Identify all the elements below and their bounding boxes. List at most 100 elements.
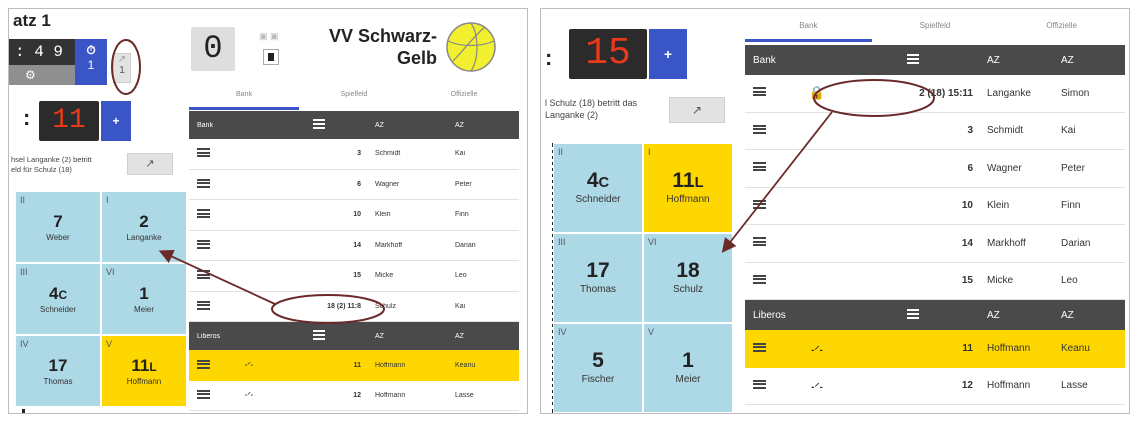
- drag-handle[interactable]: [745, 87, 789, 99]
- sort-by-firstname-button[interactable]: AZ: [1055, 310, 1125, 321]
- sort-by-number-button[interactable]: [845, 308, 981, 322]
- player-firstname: Keanu: [455, 361, 476, 369]
- court-position[interactable]: I 2 Langanke: [101, 191, 187, 263]
- sort-by-number-button[interactable]: [269, 330, 369, 342]
- libero-row[interactable]: -⸍- 11 Hoffmann Keanu: [745, 330, 1125, 368]
- jersey-button[interactable]: [263, 49, 279, 65]
- player-number-value: 5: [592, 349, 604, 373]
- libero-row[interactable]: -⸍- 12 Hoffmann Lasse: [189, 380, 519, 411]
- libero-row[interactable]: -⸍- 11 Hoffmann Keanu: [189, 350, 519, 381]
- swap-arrow-icon: ↗: [691, 103, 703, 117]
- player-number: 10: [353, 211, 361, 219]
- bench-row[interactable]: 14 Markhoff Darian: [745, 225, 1125, 263]
- bench-row[interactable]: 14 Markhoff Darian: [189, 230, 519, 261]
- sort-by-lastname-button[interactable]: AZ: [981, 55, 1055, 66]
- drag-handle[interactable]: [189, 148, 229, 159]
- bench-row[interactable]: 6 Wagner Peter: [189, 169, 519, 200]
- bench-row[interactable]: 15 Micke Leo: [189, 261, 519, 292]
- sort-by-lastname-button[interactable]: AZ: [369, 122, 449, 129]
- sort-by-lastname-button[interactable]: AZ: [369, 333, 449, 340]
- bench-row[interactable]: 18 (2) 11:8 Schulz Kai: [189, 291, 519, 322]
- bench-row[interactable]: 🔒 2 (18) 15:11 Langanke Simon: [745, 75, 1125, 113]
- court-position[interactable]: VI 18 Schulz: [643, 233, 733, 323]
- settings-button[interactable]: ⚙: [9, 65, 75, 85]
- drag-handle[interactable]: [189, 389, 229, 401]
- bench-row[interactable]: 15 Micke Leo: [745, 262, 1125, 300]
- tab-spielfeld[interactable]: Spielfeld: [872, 21, 999, 39]
- score-display: 11: [39, 101, 99, 141]
- score-plus-button[interactable]: +: [101, 101, 131, 141]
- drag-handle[interactable]: [745, 342, 789, 355]
- drag-handle[interactable]: [189, 178, 229, 190]
- drag-handle[interactable]: [745, 199, 789, 212]
- tab-offizielle[interactable]: Offizielle: [409, 91, 519, 107]
- bench-row[interactable]: 10 Klein Finn: [745, 187, 1125, 225]
- player-firstname: Keanu: [1061, 343, 1090, 355]
- tab-bank[interactable]: Bank: [189, 91, 299, 110]
- court-position[interactable]: III 4C Schneider: [15, 263, 101, 335]
- player-number-value: 17: [586, 259, 610, 283]
- tab-offizielle[interactable]: Offizielle: [998, 21, 1125, 39]
- tab-bank[interactable]: Bank: [745, 21, 872, 42]
- court-position[interactable]: VI 1 Meier: [101, 263, 187, 335]
- substitute-button[interactable]: ↗: [669, 97, 725, 123]
- jersey-icons: ▣ ▣: [259, 31, 279, 41]
- player-lastname: Schmidt: [987, 125, 1024, 137]
- court-position[interactable]: IV 5 Fischer: [553, 323, 643, 413]
- position-number: II: [558, 147, 564, 157]
- libero-swap-icon: -⸍-: [244, 391, 254, 399]
- player-number: 2: [102, 212, 186, 232]
- bench-row[interactable]: 3 Schmidt Kai: [745, 112, 1125, 150]
- bench-row[interactable]: 10 Klein Finn: [189, 200, 519, 231]
- court-position[interactable]: V 1 Meier: [643, 323, 733, 413]
- libero-row[interactable]: -⸍- 12 Hoffmann Lasse: [745, 367, 1125, 405]
- sort-by-firstname-button[interactable]: AZ: [449, 122, 519, 129]
- drag-handle[interactable]: [189, 300, 229, 312]
- drag-handle[interactable]: [745, 379, 789, 392]
- sort-by-lastname-button[interactable]: AZ: [981, 310, 1055, 321]
- sort-by-number-button[interactable]: [269, 119, 369, 131]
- court-position[interactable]: II 7 Weber: [15, 191, 101, 263]
- captain-badge: C: [58, 288, 68, 303]
- drag-handle[interactable]: [189, 359, 229, 371]
- left-screenshot: atz 1 : 4 9 ⚙ ⏱ 1 ↗ 1 : 11 + hsel Langan…: [8, 8, 528, 414]
- player-name: Meier: [133, 305, 154, 315]
- sort-by-firstname-button[interactable]: AZ: [1055, 55, 1125, 66]
- drag-handle[interactable]: [745, 237, 789, 249]
- player-name: Weber: [46, 233, 70, 243]
- drag-handle[interactable]: [745, 274, 789, 287]
- position-number: I: [106, 195, 109, 205]
- score-plus-button[interactable]: +: [649, 29, 687, 79]
- player-number: 4C: [554, 169, 642, 193]
- player-number: 11L: [644, 169, 732, 193]
- player-number: 1: [644, 349, 732, 373]
- player-number: 12: [353, 391, 361, 399]
- bench-row[interactable]: 3 Schmidt Kai: [189, 139, 519, 170]
- swap-icon: ↗: [117, 54, 127, 65]
- court-position[interactable]: II 4C Schneider: [553, 143, 643, 233]
- court-position[interactable]: I 11L Hoffmann: [643, 143, 733, 233]
- player-lastname: Hoffmann: [987, 343, 1031, 355]
- drag-handle[interactable]: [189, 209, 229, 220]
- player-firstname: Darian: [1061, 237, 1091, 249]
- drag-handle[interactable]: [745, 162, 789, 174]
- drag-handle[interactable]: [189, 270, 229, 281]
- position-number: VI: [648, 237, 657, 247]
- court-position[interactable]: V 11L Hoffmann: [101, 335, 187, 407]
- court-position[interactable]: III 17 Thomas: [553, 233, 643, 323]
- drag-handle[interactable]: [745, 124, 789, 137]
- player-firstname: Kai: [455, 150, 466, 158]
- sort-by-number-button[interactable]: [845, 53, 981, 67]
- libero-header: Liberos AZ AZ: [745, 300, 1125, 330]
- substitution-count-button[interactable]: ↗ 1: [113, 53, 131, 83]
- tab-spielfeld[interactable]: Spielfeld: [299, 91, 409, 107]
- timeout-button[interactable]: ⏱ 1: [75, 39, 107, 85]
- bench-row[interactable]: 6 Wagner Peter: [745, 150, 1125, 188]
- menu-icon: [197, 270, 210, 280]
- substitute-button[interactable]: ↗: [127, 153, 173, 175]
- court-position[interactable]: IV 17 Thomas: [15, 335, 101, 407]
- sort-by-firstname-button[interactable]: AZ: [449, 333, 519, 340]
- position-number: IV: [20, 339, 29, 349]
- player-number: 6: [357, 180, 361, 188]
- drag-handle[interactable]: [189, 239, 229, 251]
